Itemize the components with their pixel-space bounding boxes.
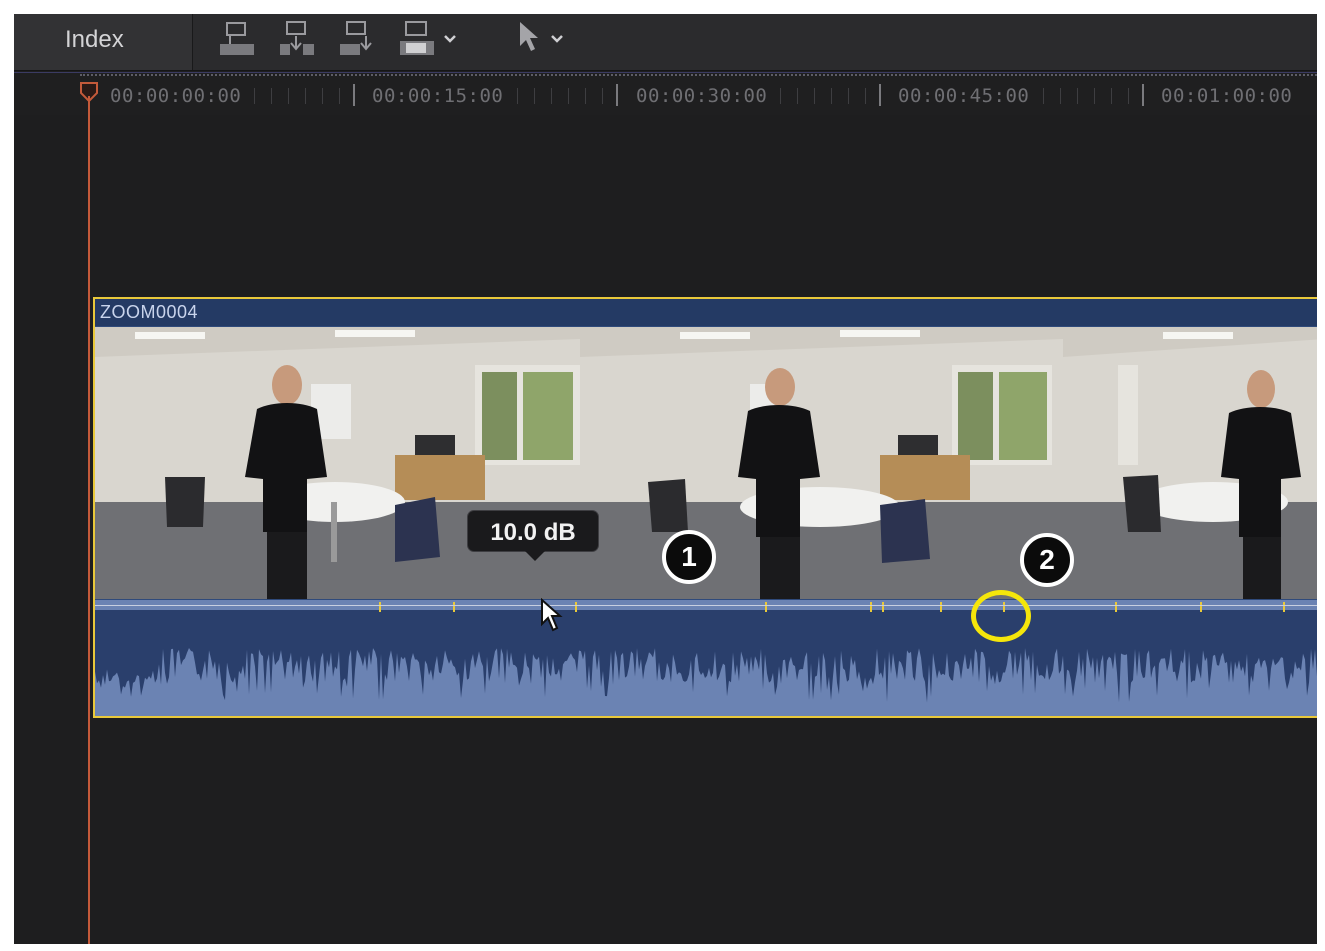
ruler-major-tick [616,84,618,106]
tooltip-pointer [525,551,545,561]
volume-keyframe[interactable] [940,602,942,612]
ruler-divider [14,72,1317,73]
playhead[interactable] [88,96,90,944]
ruler-dotted-track [80,74,1317,76]
volume-keyframe[interactable] [1115,602,1117,612]
callout-badge-2: 2 [1020,533,1074,587]
video-clip[interactable]: ZOOM0004 [93,297,1317,718]
volume-tooltip: 10.0 dB [467,510,599,552]
clip-thumbnail [580,327,1063,599]
mouse-cursor-icon [540,597,564,639]
volume-keyframe[interactable] [575,602,577,612]
volume-keyframe[interactable] [882,602,884,612]
waveform-graph [95,602,1317,703]
timecode-label: 00:00:00:00 [110,85,242,107]
timecode-label: 00:00:30:00 [636,85,768,107]
volume-keyframe[interactable] [870,602,872,612]
clip-name: ZOOM0004 [100,302,199,322]
volume-keyframe[interactable] [379,602,381,612]
index-label: Index [65,26,124,53]
volume-level-line[interactable] [95,605,1317,606]
timecode-label: 00:00:15:00 [372,85,504,107]
audio-waveform[interactable] [95,600,1317,716]
timecode-label: 00:00:45:00 [898,85,1030,107]
ruler-major-tick [879,84,881,106]
insert-clip-icon[interactable] [272,14,324,70]
keyframe-highlight-circle [971,590,1031,642]
select-tool-icon[interactable] [510,14,572,70]
volume-keyframe[interactable] [1283,602,1285,612]
overwrite-clip-icon[interactable] [394,14,466,70]
callout-badge-1: 1 [662,530,716,584]
clip-thumbnail [1063,327,1317,599]
volume-keyframe[interactable] [765,602,767,612]
volume-tooltip-text: 10.0 dB [490,519,576,546]
timeline-toolbar: Index [14,14,1317,71]
clip-thumbnail [95,327,580,599]
append-clip-icon[interactable] [332,14,384,70]
index-button[interactable]: Index [14,14,193,70]
volume-keyframe[interactable] [453,602,455,612]
timeline-window: Index 00:00:00:00 00:00:15:00 00:00:30:0… [14,14,1317,944]
ruler-major-tick [1142,84,1144,106]
clip-header: ZOOM0004 [95,299,1317,326]
timecode-label: 00:01:00:00 [1161,85,1293,107]
volume-keyframe[interactable] [1200,602,1202,612]
ruler-major-tick [353,84,355,106]
connect-clip-icon[interactable] [212,14,264,70]
